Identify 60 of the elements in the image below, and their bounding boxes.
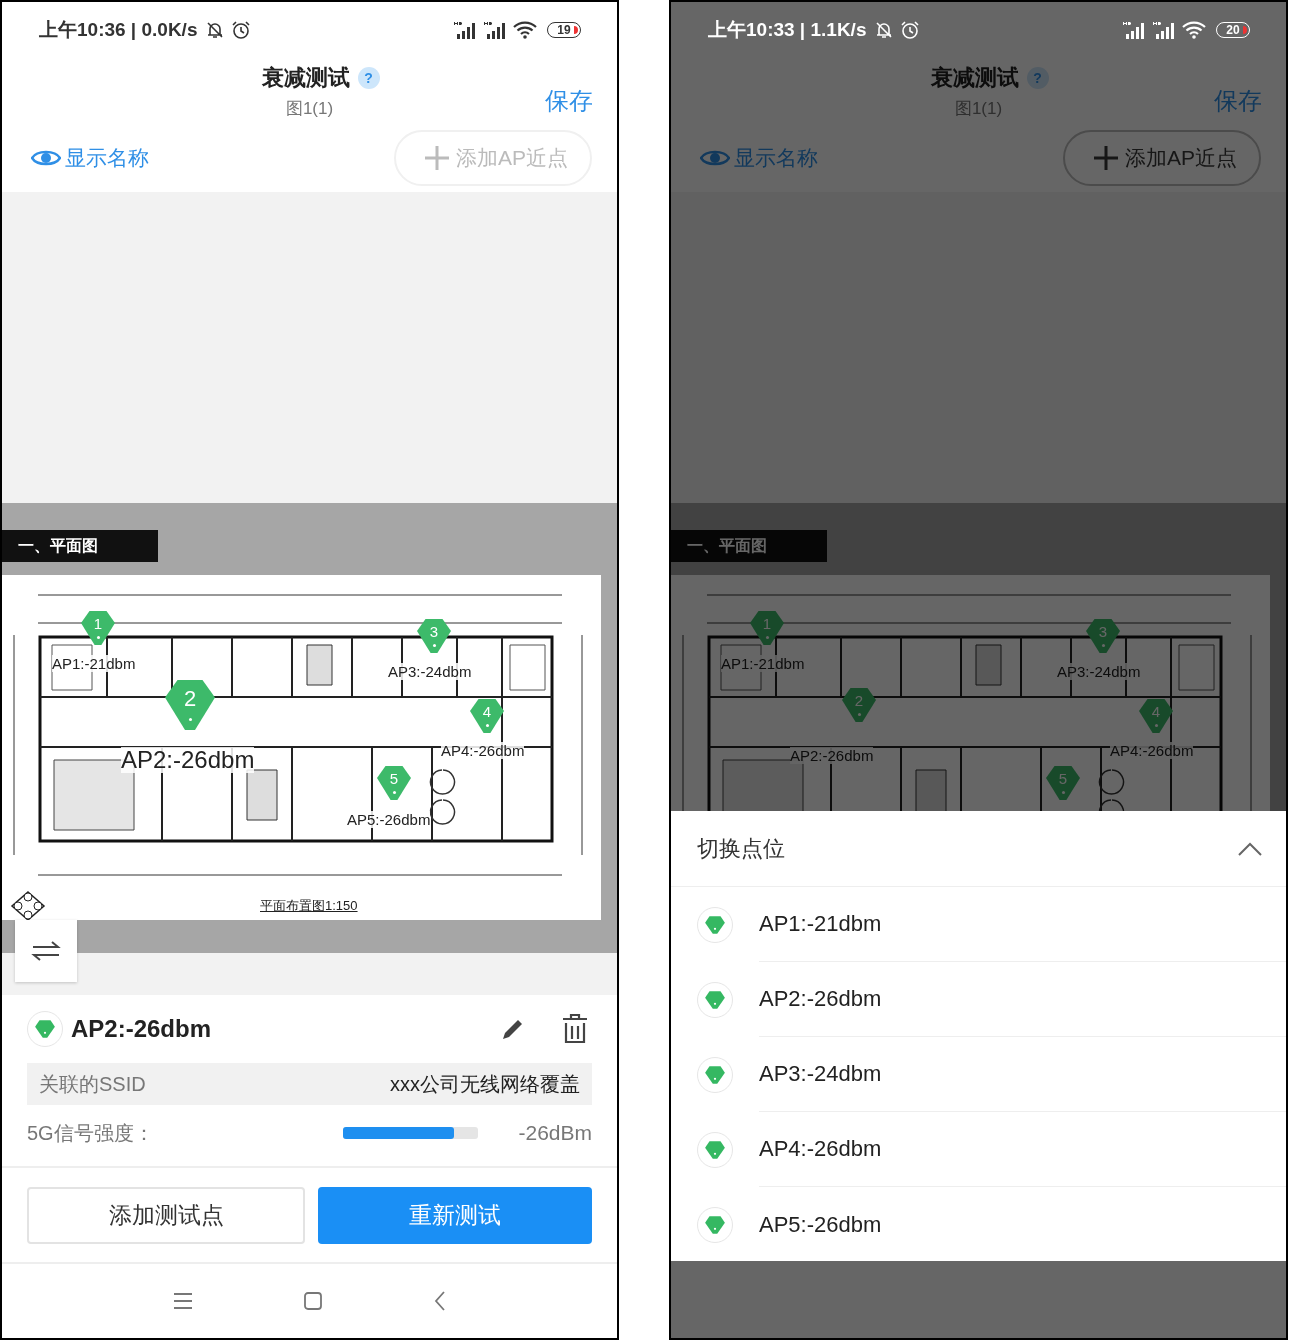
pin-icon [34,1018,56,1040]
save-button[interactable]: 保存 [545,85,593,117]
retest-button[interactable]: 重新测试 [318,1186,592,1244]
wifi-icon [1182,21,1206,39]
plus-icon [424,145,450,171]
cell-signal-icon [1122,21,1146,39]
cell-signal-icon [483,21,507,39]
pin-icon [704,913,726,936]
home-icon[interactable] [302,1291,323,1311]
ap-list-item[interactable]: AP1:-21dbm [671,887,1286,962]
add-test-point-button[interactable]: 添加测试点 [27,1186,305,1244]
ap-label: AP1:-21dbm [721,655,805,672]
plan-heading: 一、平面图 [671,530,827,562]
trash-icon [562,1014,588,1044]
swap-button[interactable] [15,920,77,982]
signal-reading: -26dBm [518,1121,592,1145]
swap-arrows-icon [31,940,61,962]
ap-list-item[interactable]: AP5:-26dbm [671,1187,1286,1262]
help-button[interactable]: ? [357,66,380,89]
ap-list-item[interactable]: AP4:-26dbm [671,1112,1286,1187]
plan-heading: 一、平面图 [2,530,158,562]
ap-list-item[interactable]: AP2:-26dbm [671,962,1286,1037]
save-button[interactable]: 保存 [1214,85,1262,117]
ap-label: AP2:-26dbm [121,747,255,773]
page-title: 衰减测试 [930,63,1019,92]
ap-label: AP4:-26dbm [1110,742,1194,759]
ap-label: AP5:-26dbm [347,811,431,828]
pin-icon [704,1213,726,1236]
plan-caption: 平面布置图1:150 [260,897,358,915]
status-time: 上午10:33 | 1.1K/s [708,18,867,42]
ssid-label: 关联的SSID [39,1071,146,1097]
page-title: 衰减测试 [261,63,350,92]
ap-title: AP2:-26dbm [71,1015,212,1043]
compass-icon [10,891,46,921]
pin-icon [704,1063,726,1086]
ssid-value: xxx公司无线网络覆盖 [390,1071,580,1097]
plus-icon [1093,145,1119,171]
back-icon[interactable] [432,1291,447,1311]
ap-label: AP3:-24dbm [388,663,472,680]
sheet-title: 切换点位 [697,834,785,863]
cell-signal-icon [453,21,477,39]
cell-signal-icon [1152,21,1176,39]
status-time: 上午10:36 | 0.0K/s [39,18,198,42]
help-button[interactable]: ? [1026,66,1049,89]
wifi-icon [513,21,537,39]
menu-icon[interactable] [172,1292,193,1310]
pin-icon [704,988,726,1011]
ap-label: AP3:-24dbm [1057,663,1141,680]
page-subtitle: 图1(1) [285,97,334,120]
chevron-up-icon [1238,841,1262,856]
alarm-clock-icon [900,20,921,40]
eye-icon [31,148,61,168]
ap-list-item[interactable]: AP3:-24dbm [671,1037,1286,1112]
ap-label: AP2:-26dbm [790,747,874,764]
pin-icon [704,1138,726,1161]
alarm-clock-icon [231,20,252,40]
ap-label: AP4:-26dbm [441,742,525,759]
ap-label: AP1:-21dbm [52,655,136,672]
eye-icon [700,148,730,168]
signal-label: 5G信号强度： [27,1120,154,1146]
